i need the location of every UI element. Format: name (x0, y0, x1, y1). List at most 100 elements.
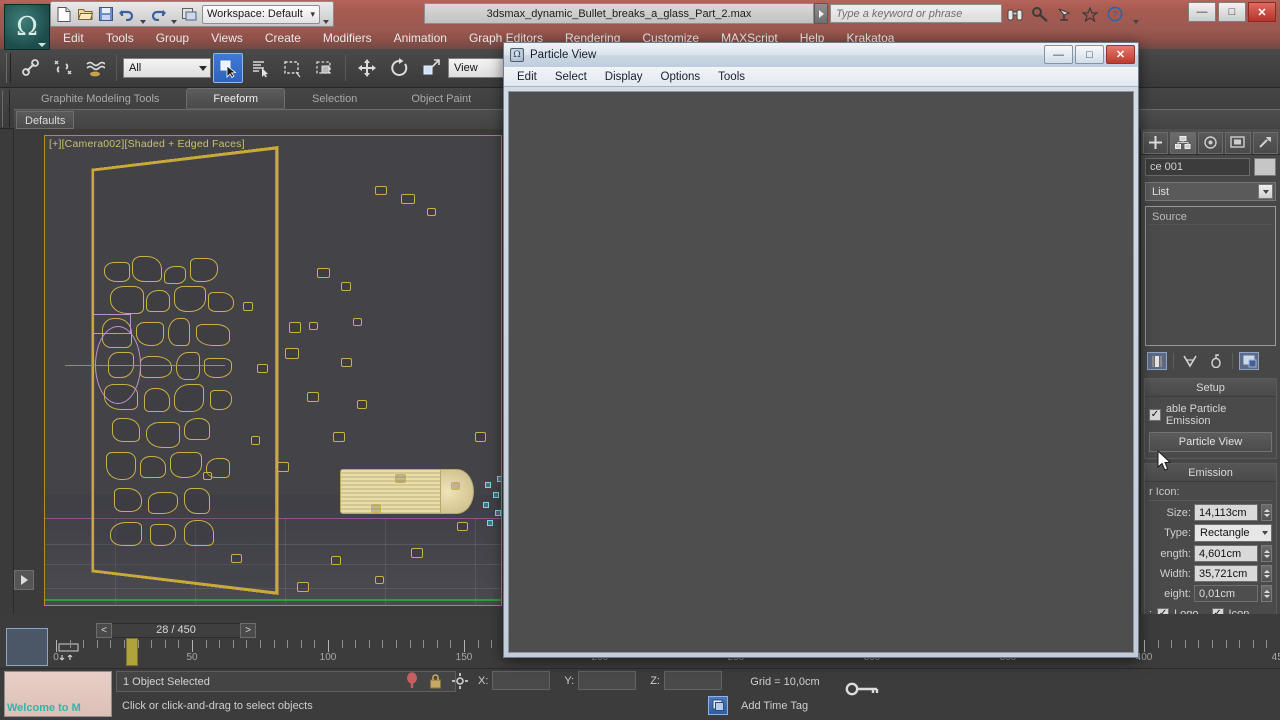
minimize-button[interactable]: — (1188, 2, 1216, 22)
menu-item-create[interactable]: Create (254, 28, 312, 49)
project-folder-icon[interactable] (179, 4, 199, 24)
modifier-stack-item[interactable]: Source (1148, 209, 1273, 225)
redo-icon[interactable] (148, 4, 168, 24)
menu-item-views[interactable]: Views (200, 28, 254, 49)
particle-view-menu-select[interactable]: Select (546, 68, 596, 86)
bind-space-warp-icon[interactable] (80, 53, 110, 83)
tab-modify-icon[interactable] (1170, 131, 1196, 154)
absolute-relative-toggle-icon[interactable] (452, 672, 468, 692)
new-file-icon[interactable] (54, 4, 74, 24)
emitter-type-combo[interactable]: Rectangle (1194, 524, 1272, 542)
undo-icon[interactable] (117, 4, 137, 24)
qat-overflow-caret[interactable] (321, 4, 330, 24)
unlink-icon[interactable] (48, 53, 78, 83)
window-crossing-icon[interactable] (309, 53, 339, 83)
time-tag-button[interactable] (708, 696, 728, 715)
redo-dropdown-caret[interactable] (169, 4, 178, 24)
menu-item-group[interactable]: Group (145, 28, 200, 49)
particle-view-window[interactable]: Ω Particle View — □ ✕ Edit Select Displa… (503, 42, 1139, 658)
emitter-width-spinner[interactable] (1261, 565, 1272, 582)
ribbon-grip[interactable] (2, 90, 10, 127)
application-menu-button[interactable]: Ω (4, 4, 50, 50)
emitter-size-spinner[interactable] (1261, 504, 1272, 521)
emitter-width-field[interactable]: 35,721cm (1194, 565, 1258, 582)
selection-lock-icon[interactable] (429, 673, 442, 692)
show-end-result-icon[interactable] (1180, 352, 1200, 370)
object-name-field[interactable]: ce 001 (1145, 158, 1250, 176)
particle-view-menu-options[interactable]: Options (652, 68, 710, 86)
save-icon[interactable] (96, 4, 116, 24)
particle-view-menu-edit[interactable]: Edit (508, 68, 546, 86)
modifier-list-combo[interactable]: List (1145, 182, 1276, 201)
menu-item-modifiers[interactable]: Modifiers (312, 28, 383, 49)
maxscript-mini-listener[interactable]: Welcome to M (4, 671, 112, 717)
tab-create-icon[interactable] (1143, 131, 1169, 154)
time-slider-handle[interactable] (126, 638, 139, 666)
particle-view-close-button[interactable]: ✕ (1106, 45, 1135, 64)
emitter-size-field[interactable]: 14,113cm (1194, 504, 1258, 521)
current-frame-display[interactable]: 28 / 450 (112, 622, 240, 638)
rectangular-selection-icon[interactable] (277, 53, 307, 83)
help-dropdown-caret[interactable] (1131, 4, 1140, 24)
tab-hierarchy-icon[interactable] (1197, 131, 1224, 154)
configure-modifier-sets-icon[interactable] (1239, 352, 1259, 370)
tab-graphite-modeling-tools[interactable]: Graphite Modeling Tools (14, 88, 186, 109)
enable-particle-emission-row[interactable]: ✓ able Particle Emission (1149, 401, 1272, 429)
z-field[interactable] (663, 671, 722, 690)
emitter-length-spinner[interactable] (1261, 545, 1272, 562)
select-object-icon[interactable] (213, 53, 243, 83)
emitter-height-field[interactable]: 0,01cm (1194, 585, 1258, 602)
y-field[interactable] (578, 671, 637, 690)
particle-view-minimize-button[interactable]: — (1044, 45, 1073, 64)
select-by-name-icon[interactable] (245, 53, 275, 83)
close-button[interactable]: ✕ (1248, 2, 1276, 22)
menu-item-tools[interactable]: Tools (95, 28, 145, 49)
bullet-object[interactable] (340, 469, 474, 514)
star-icon[interactable] (1081, 5, 1099, 23)
maximize-button[interactable]: □ (1218, 2, 1246, 22)
toolbar-grip[interactable] (6, 53, 11, 83)
select-and-rotate-icon[interactable] (384, 53, 414, 83)
emitter-height-spinner[interactable] (1261, 585, 1272, 602)
previous-frame-arrow[interactable]: < (96, 622, 112, 638)
search-input[interactable]: Type a keyword or phrase (830, 4, 1002, 23)
particle-view-button[interactable]: Particle View (1149, 432, 1272, 452)
open-file-icon[interactable] (75, 4, 95, 24)
document-title-caret[interactable] (814, 3, 828, 24)
particle-view-maximize-button[interactable]: □ (1075, 45, 1104, 64)
particle-view-menu-tools[interactable]: Tools (709, 68, 754, 86)
selection-filter-combo[interactable]: All (123, 58, 211, 78)
tab-selection[interactable]: Selection (285, 88, 384, 109)
workspace-selector[interactable]: Workspace: Default ▾ (202, 4, 320, 24)
satellite-icon[interactable] (1056, 5, 1074, 23)
tab-freeform[interactable]: Freeform (186, 88, 286, 109)
tab-object-paint[interactable]: Object Paint (384, 88, 498, 109)
particle-view-canvas[interactable] (508, 91, 1134, 653)
select-link-icon[interactable] (16, 53, 46, 83)
select-and-move-icon[interactable] (352, 53, 382, 83)
camera002-viewport[interactable]: [+][Camera002][Shaded + Edged Faces] (44, 135, 502, 606)
emitter-length-field[interactable]: 4,601cm (1194, 545, 1258, 562)
next-frame-arrow[interactable]: > (240, 622, 256, 638)
key-toggle-icon[interactable] (845, 681, 879, 701)
pin-stack-icon[interactable] (1147, 352, 1167, 370)
time-slider[interactable]: < 28 / 450 > (96, 622, 256, 638)
enable-particle-emission-checkbox[interactable]: ✓ (1149, 409, 1161, 421)
isolate-selection-icon[interactable] (405, 672, 419, 692)
tab-utilities-icon[interactable] (1252, 131, 1279, 154)
binoculars-icon[interactable] (1006, 5, 1024, 23)
add-time-tag-label[interactable]: Add Time Tag (735, 696, 835, 715)
tab-display-icon[interactable] (1225, 131, 1251, 154)
menu-item-edit[interactable]: Edit (52, 28, 95, 49)
modifier-stack[interactable]: Source (1145, 206, 1276, 346)
viewport-label[interactable]: [+][Camera002][Shaded + Edged Faces] (49, 138, 245, 150)
x-field[interactable] (492, 671, 551, 690)
select-and-scale-icon[interactable] (416, 53, 446, 83)
help-circle-icon[interactable]: ? (1106, 5, 1124, 23)
menu-item-animation[interactable]: Animation (383, 28, 458, 49)
setup-rollout-title[interactable]: Setup (1145, 379, 1276, 397)
viewport-expand-button[interactable] (14, 570, 34, 590)
particle-view-titlebar[interactable]: Ω Particle View — □ ✕ (504, 43, 1138, 67)
wrench-icon[interactable] (1031, 5, 1049, 23)
object-color-swatch[interactable] (1254, 158, 1276, 176)
